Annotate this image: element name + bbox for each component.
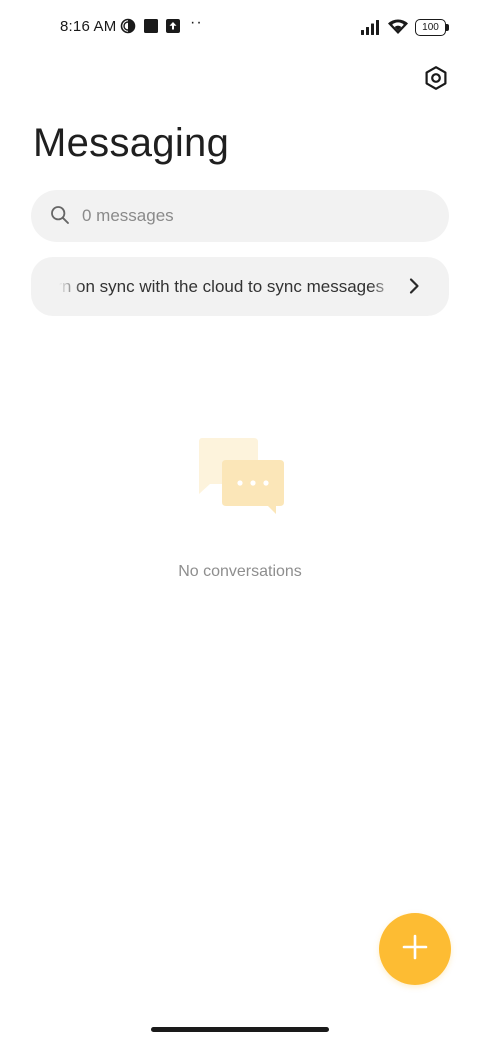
cellular-signal-icon bbox=[361, 20, 381, 40]
plus-icon bbox=[401, 933, 429, 966]
settings-button[interactable] bbox=[421, 65, 451, 95]
cloud-sync-banner[interactable]: Turn on sync with the cloud to sync mess… bbox=[31, 257, 449, 316]
search-icon bbox=[50, 205, 70, 230]
sync-banner-text: Turn on sync with the cloud to sync mess… bbox=[59, 277, 385, 296]
settings-hexagon-icon bbox=[423, 65, 449, 96]
sync-text-fade-left bbox=[59, 257, 83, 316]
search-input[interactable]: 0 messages bbox=[31, 190, 449, 242]
battery-terminal bbox=[446, 24, 449, 31]
empty-conversations-illustration bbox=[196, 436, 288, 518]
sync-text-viewport: Turn on sync with the cloud to sync mess… bbox=[59, 257, 395, 316]
new-conversation-button[interactable] bbox=[379, 913, 451, 985]
status-bar: 8:16 AM ·· 100 bbox=[0, 0, 480, 56]
search-placeholder: 0 messages bbox=[82, 206, 174, 225]
page-title: Messaging bbox=[33, 121, 230, 165]
upload-icon bbox=[165, 18, 181, 39]
sync-text-fade-right bbox=[371, 257, 395, 316]
empty-state-message: No conversations bbox=[178, 563, 302, 580]
home-indicator[interactable] bbox=[151, 1027, 329, 1032]
status-time: 8:16 AM bbox=[60, 18, 117, 35]
messaging-screen: 8:16 AM ·· 100 Messaging 0 messages Turn… bbox=[0, 0, 480, 1040]
more-notifications-dots: ·· bbox=[190, 14, 203, 31]
chevron-right-icon bbox=[407, 276, 421, 301]
square-app-icon bbox=[143, 18, 159, 39]
wifi-icon bbox=[387, 18, 409, 40]
data-saver-icon bbox=[120, 18, 136, 39]
battery-level: 100 bbox=[422, 22, 439, 33]
battery-icon: 100 bbox=[415, 19, 449, 36]
